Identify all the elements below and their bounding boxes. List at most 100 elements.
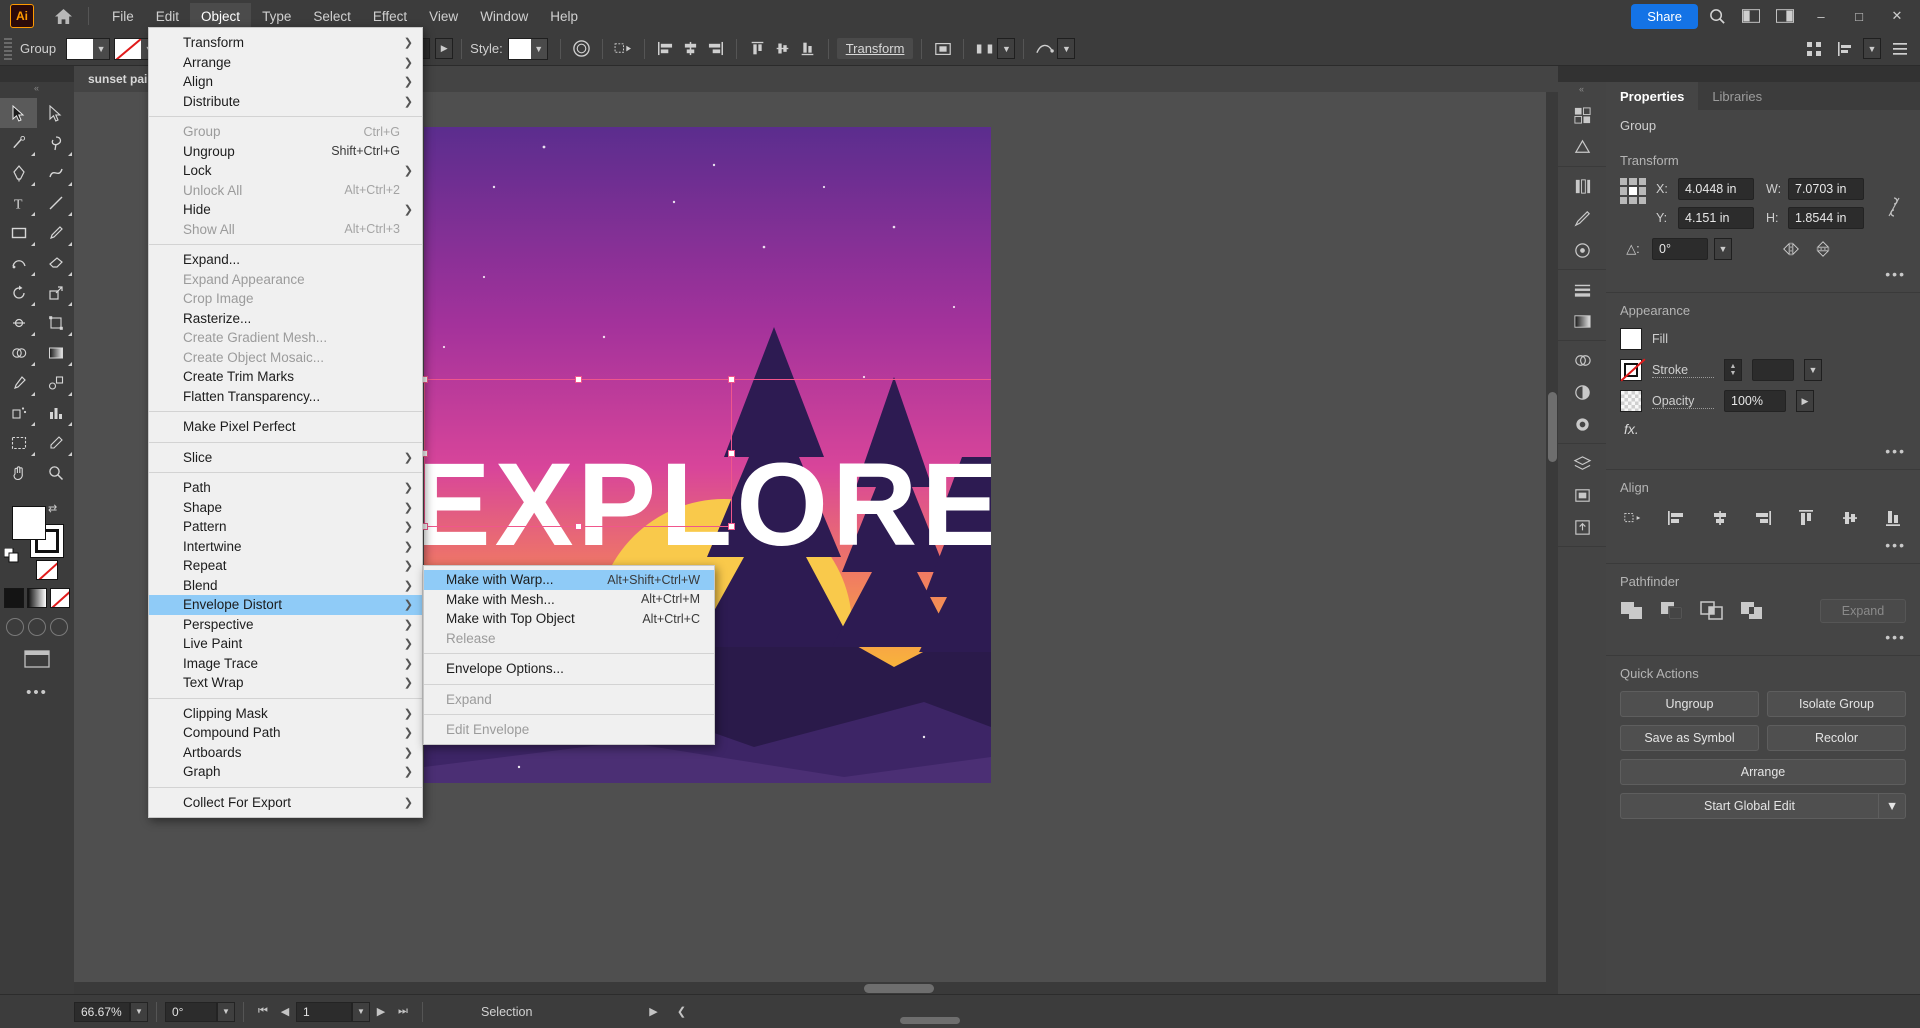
layers-icon[interactable] xyxy=(1558,447,1606,479)
envelope-distort-submenu[interactable]: Make with Warp... Alt+Shift+Ctrl+W Make … xyxy=(423,565,715,745)
rotation-angle-input[interactable]: 0° xyxy=(1652,238,1708,260)
select-similar-icon[interactable] xyxy=(611,37,636,61)
tab-libraries[interactable]: Libraries xyxy=(1698,82,1776,110)
transform-button[interactable]: Transform xyxy=(837,38,914,59)
stroke-swatch[interactable] xyxy=(1620,359,1642,381)
menu-item-arrange[interactable]: Arrange❯ xyxy=(149,53,422,73)
ref-pt[interactable] xyxy=(1639,187,1646,194)
ungroup-button[interactable]: Ungroup xyxy=(1620,691,1759,717)
prev-artboard-icon[interactable]: ◀ xyxy=(274,1001,296,1023)
tab-properties[interactable]: Properties xyxy=(1606,82,1698,110)
maximize-button[interactable]: □ xyxy=(1842,1,1876,31)
next-artboard-icon[interactable]: ▶ xyxy=(370,1001,392,1023)
align-right-icon[interactable] xyxy=(1750,507,1776,529)
none-mode-icon[interactable] xyxy=(50,588,70,608)
distribute-spacing-icon[interactable] xyxy=(972,37,997,61)
add-effect-icon[interactable]: fx. xyxy=(1620,421,1906,437)
menu-item-rasterize[interactable]: Rasterize... xyxy=(149,309,422,329)
selection-bounding-box[interactable] xyxy=(424,379,732,527)
rectangle-tool[interactable] xyxy=(0,218,37,248)
align-left-icon[interactable] xyxy=(1663,507,1689,529)
menu-item-repeat[interactable]: Repeat❯ xyxy=(149,556,422,576)
menu-item-live-paint[interactable]: Live Paint❯ xyxy=(149,634,422,654)
lasso-tool[interactable] xyxy=(37,128,74,158)
hand-tool[interactable] xyxy=(0,458,37,488)
chevron-down-icon[interactable]: ▼ xyxy=(997,38,1015,59)
fill-color-box[interactable] xyxy=(12,506,46,540)
menu-object[interactable]: Object xyxy=(190,3,251,30)
appearance-icon[interactable] xyxy=(1558,376,1606,408)
opacity-input[interactable]: 100% xyxy=(1724,390,1786,412)
color-mode-icon[interactable] xyxy=(4,588,24,608)
ref-pt[interactable] xyxy=(1639,178,1646,185)
fill-swatch[interactable] xyxy=(1620,328,1642,350)
minus-front-icon[interactable] xyxy=(1660,601,1682,621)
asset-export-icon[interactable] xyxy=(1558,511,1606,543)
workspace-switcher-icon[interactable] xyxy=(1770,3,1800,29)
arrange-button[interactable]: Arrange xyxy=(1620,759,1906,785)
eraser-tool[interactable] xyxy=(37,248,74,278)
shape-builder-tool[interactable] xyxy=(0,338,37,368)
chevron-down-icon[interactable]: ▼ xyxy=(352,1002,370,1022)
distribute-objects-icon[interactable] xyxy=(1832,37,1857,61)
ref-pt[interactable] xyxy=(1639,197,1646,204)
flip-horizontal-icon[interactable] xyxy=(1778,241,1804,257)
none-swatch[interactable] xyxy=(36,560,58,580)
curvature-tool[interactable] xyxy=(37,158,74,188)
last-artboard-icon[interactable]: ⏭ xyxy=(392,1001,414,1023)
arrange-documents-icon[interactable] xyxy=(1736,3,1766,29)
align-left-icon[interactable] xyxy=(653,37,678,61)
menu-item-slice[interactable]: Slice❯ xyxy=(149,448,422,468)
play-icon[interactable]: ▶ xyxy=(642,1001,664,1023)
ref-pt[interactable] xyxy=(1620,178,1627,185)
menu-select[interactable]: Select xyxy=(302,3,362,30)
column-graph-tool[interactable] xyxy=(37,398,74,428)
zoom-level-input[interactable]: 66.67% xyxy=(74,1002,130,1022)
slice-tool[interactable] xyxy=(37,428,74,458)
save-as-symbol-button[interactable]: Save as Symbol xyxy=(1620,725,1759,751)
home-icon[interactable] xyxy=(50,3,76,29)
menu-item-clipping-mask[interactable]: Clipping Mask❯ xyxy=(149,704,422,724)
fill-color-picker[interactable]: ▼ xyxy=(66,38,110,60)
color-guide-icon[interactable] xyxy=(1558,131,1606,163)
shaper-tool[interactable] xyxy=(0,248,37,278)
transparency-icon[interactable] xyxy=(1558,344,1606,376)
style-swatch[interactable] xyxy=(509,39,531,59)
panel-menu-icon[interactable] xyxy=(1887,37,1912,61)
draw-inside-icon[interactable] xyxy=(50,618,68,636)
toolbar-grip[interactable]: « xyxy=(0,82,74,94)
align-center-h-icon[interactable] xyxy=(678,37,703,61)
selection-handle[interactable] xyxy=(728,376,735,383)
menu-item-expand[interactable]: Expand... xyxy=(149,250,422,270)
graphic-styles-icon[interactable] xyxy=(1558,408,1606,440)
selection-handle[interactable] xyxy=(575,376,582,383)
ref-pt[interactable] xyxy=(1620,197,1627,204)
app-logo-icon[interactable]: Ai xyxy=(10,4,34,28)
stroke-label[interactable]: Stroke xyxy=(1652,363,1714,378)
stroke-icon[interactable] xyxy=(1558,273,1606,305)
chevron-down-icon[interactable]: ▼ xyxy=(1863,38,1881,59)
first-artboard-icon[interactable]: ⏮ xyxy=(252,1001,274,1023)
pathfinder-more-options[interactable]: ••• xyxy=(1620,629,1906,645)
y-input[interactable]: 4.151 in xyxy=(1678,207,1754,229)
menu-item-align[interactable]: Align❯ xyxy=(149,72,422,92)
chevron-down-icon[interactable]: ▼ xyxy=(531,39,547,59)
direct-selection-tool[interactable] xyxy=(37,98,74,128)
align-bottom-icon[interactable] xyxy=(1880,507,1906,529)
edit-toolbar-icon[interactable]: ••• xyxy=(0,684,74,701)
width-tool[interactable] xyxy=(0,308,37,338)
chevron-down-icon[interactable]: ▼ xyxy=(217,1002,235,1022)
stroke-weight-input[interactable] xyxy=(1752,359,1794,381)
expand-button[interactable]: Expand xyxy=(1820,599,1906,623)
isolate-group-button[interactable]: Isolate Group xyxy=(1767,691,1906,717)
stroke-swatch[interactable] xyxy=(115,39,141,59)
statusbar-scroll-thumb[interactable] xyxy=(900,1017,960,1024)
menu-item-pattern[interactable]: Pattern❯ xyxy=(149,517,422,537)
menu-item-image-trace[interactable]: Image Trace❯ xyxy=(149,654,422,674)
ref-pt[interactable] xyxy=(1629,197,1636,204)
menu-item-create-trim-marks[interactable]: Create Trim Marks xyxy=(149,367,422,387)
symbols-icon[interactable] xyxy=(1558,234,1606,266)
artboard-tool[interactable] xyxy=(0,428,37,458)
menu-item-hide[interactable]: Hide❯ xyxy=(149,200,422,220)
transform-more-options[interactable]: ••• xyxy=(1620,266,1906,282)
